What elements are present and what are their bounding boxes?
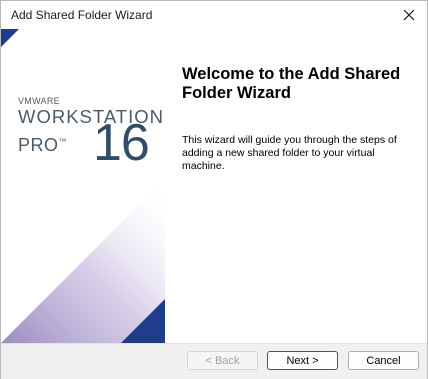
logo-edition-text: PRO <box>18 135 59 155</box>
logo-version: 16 <box>93 114 150 172</box>
trademark-symbol: ™ <box>58 137 68 146</box>
window-title: Add Shared Folder Wizard <box>11 8 153 22</box>
logo-edition: PRO™ <box>18 135 67 156</box>
back-button[interactable]: < Back <box>187 351 258 370</box>
corner-triangle-top <box>1 29 19 47</box>
logo-brand: VMWARE <box>18 96 60 106</box>
diagonal-fade <box>1 179 165 343</box>
next-button[interactable]: Next > <box>267 351 338 370</box>
button-bar: < Back Next > Cancel <box>1 343 427 379</box>
wizard-description: This wizard will guide you through the s… <box>182 134 397 172</box>
wizard-banner: VMWARE WORKSTATION PRO™ 16 <box>1 29 165 343</box>
banner-decoration <box>1 29 165 343</box>
cancel-button[interactable]: Cancel <box>348 351 419 370</box>
close-icon <box>403 9 415 21</box>
close-button[interactable] <box>391 1 427 29</box>
wizard-window: Add Shared Folder Wizard VMWARE WORKSTAT… <box>0 0 428 379</box>
page-title: Welcome to the Add Shared Folder Wizard <box>182 65 401 102</box>
title-bar: Add Shared Folder Wizard <box>1 1 427 29</box>
